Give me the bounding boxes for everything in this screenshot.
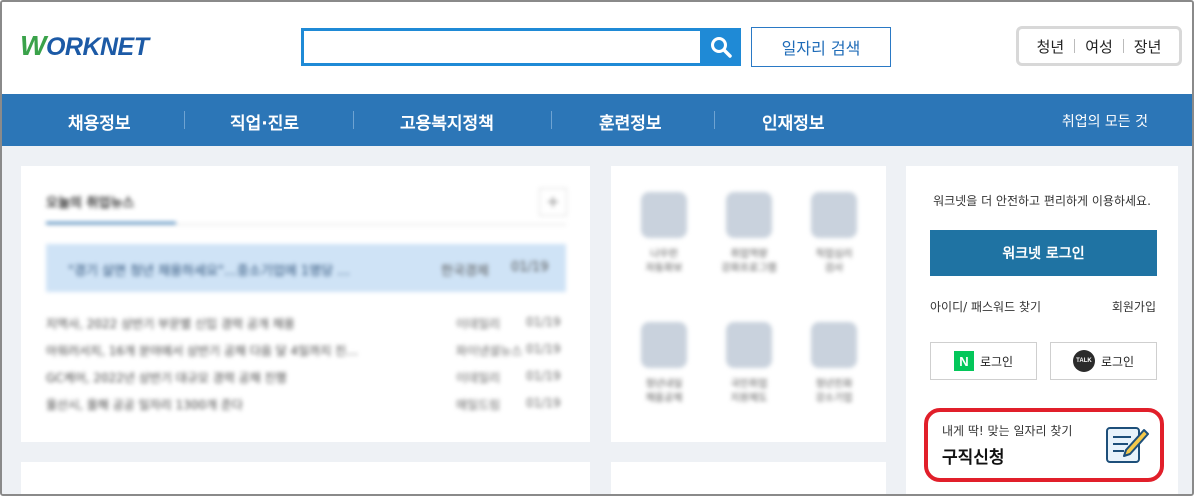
- service-label: 직업심리 검사: [815, 249, 853, 274]
- heart-hand-icon: [811, 192, 857, 238]
- service-item[interactable]: 나우런 자동화보: [629, 176, 699, 286]
- news-source: 매일드림: [456, 398, 501, 412]
- nav-item-career[interactable]: 직업·진로: [230, 109, 299, 134]
- news-source: 한국경제: [441, 264, 489, 279]
- divider: [46, 224, 566, 225]
- nav-all-about-jobs[interactable]: 취업의 모든 것: [1062, 111, 1148, 131]
- service-item[interactable]: 청년친화 강소기업: [799, 306, 869, 416]
- job-search-button[interactable]: 일자리 검색: [751, 27, 891, 67]
- form-pencil-icon: [1106, 427, 1149, 463]
- audience-senior[interactable]: 장년: [1124, 36, 1172, 57]
- nav-divider: [184, 111, 185, 129]
- list-item[interactable]: GC케어, 2022년 상반기 대규모 경력 공채 진행 이데일리 01/19: [46, 366, 566, 388]
- find-id-password-link[interactable]: 아이디/ 패스워드 찾기: [930, 298, 1041, 315]
- worknet-login-button[interactable]: 워크넷 로그인: [930, 230, 1157, 276]
- news-source: 파이낸셜뉴스: [456, 344, 523, 358]
- nav-divider: [353, 111, 354, 129]
- news-title: 울산시, 올해 공공 일자리 1300개 준다: [46, 398, 243, 412]
- news-title: 아워러서치, 16개 분야에서 상반기 공채 다음 달 4일까지 진…: [46, 344, 359, 358]
- service-item[interactable]: 청년내일 채움공제: [629, 306, 699, 416]
- service-label: 나우런 자동화보: [645, 249, 683, 274]
- building-icon: [811, 322, 857, 368]
- service-label: 국민취업 지원제도: [730, 379, 768, 404]
- apply-title: 구직신청: [942, 448, 1005, 468]
- list-item[interactable]: 아워러서치, 16개 분야에서 상반기 공채 다음 달 4일까지 진… 파이낸셜…: [46, 339, 566, 361]
- audience-selector: 청년 여성 장년: [1016, 26, 1182, 66]
- news-date: 01/19: [526, 369, 561, 383]
- audience-women[interactable]: 여성: [1075, 36, 1123, 57]
- secondary-panel: [611, 462, 886, 494]
- list-item[interactable]: 울산시, 올해 공공 일자리 1300개 준다 매일드림 01/19: [46, 393, 566, 415]
- search-icon: [711, 37, 732, 58]
- thumbs-up-icon: [726, 322, 772, 368]
- kakao-talk-icon: TALK: [1072, 350, 1095, 372]
- apply-subtitle: 내게 딱! 맞는 일자리 찾기: [942, 424, 1073, 438]
- news-date: 01/19: [526, 315, 561, 329]
- audience-youth[interactable]: 청년: [1027, 36, 1075, 57]
- naver-icon: N: [953, 351, 974, 371]
- list-item[interactable]: 지역사, 2022 상반기 부문별 신입 경력 공개 채용 이데일리 01/19: [46, 312, 566, 334]
- news-panel: 오늘의 취업뉴스 + "경기 살면 청년 채용하세요"…중소기업에 1명당 … …: [21, 166, 590, 442]
- service-label: 청년내일 채움공제: [645, 379, 683, 404]
- news-date: 01/19: [526, 342, 561, 356]
- nav-item-talent[interactable]: 인재정보: [762, 109, 825, 134]
- nav-divider: [714, 111, 715, 129]
- main-content: 오늘의 취업뉴스 + "경기 살면 청년 채용하세요"…중소기업에 1명당 … …: [2, 146, 1192, 494]
- nav-divider: [551, 111, 552, 129]
- news-title: 지역사, 2022 상반기 부문별 신입 경력 공개 채용: [46, 317, 295, 331]
- news-source: 이데일리: [456, 371, 501, 385]
- more-news-button[interactable]: +: [539, 188, 567, 216]
- naver-login-button[interactable]: N 로그인: [930, 342, 1037, 380]
- hand-coin-icon: [726, 192, 772, 238]
- search-button[interactable]: [701, 28, 741, 66]
- gear-doc-icon: [641, 192, 687, 238]
- logo-w: W: [20, 30, 46, 61]
- kakao-login-label: 로그인: [1100, 354, 1135, 369]
- news-title: "경기 살면 청년 채용하세요"…중소기업에 1명당 …: [68, 264, 351, 279]
- logo-text: WORKNET: [20, 30, 149, 62]
- service-item[interactable]: 국민취업 지원제도: [714, 306, 784, 416]
- login-panel: 워크넷을 더 안전하고 편리하게 이용하세요. 워크넷 로그인 아이디/ 패스워…: [906, 166, 1178, 494]
- nav-item-welfare-policy[interactable]: 고용복지정책: [400, 109, 494, 134]
- logo-rest: ORKNET: [45, 33, 149, 61]
- site-header: WORKNET 일자리 검색 청년 여성 장년: [2, 2, 1192, 94]
- news-title: GC케어, 2022년 상반기 대규모 경력 공채 진행: [46, 371, 287, 385]
- nav-item-training[interactable]: 훈련정보: [599, 109, 662, 134]
- kakao-login-button[interactable]: TALK 로그인: [1050, 342, 1157, 380]
- tab-today-news[interactable]: 오늘의 취업뉴스: [46, 192, 134, 211]
- browser-frame: WORKNET 일자리 검색 청년 여성 장년 채용정보 직업·진로 고용복지정…: [0, 0, 1194, 496]
- piggy-bank-icon: [641, 322, 687, 368]
- search-input[interactable]: [301, 28, 703, 66]
- service-item[interactable]: 직업심리 검사: [799, 176, 869, 286]
- service-label: 청년친화 강소기업: [815, 379, 853, 404]
- login-message: 워크넷을 더 안전하고 편리하게 이용하세요.: [933, 194, 1151, 208]
- nav-item-jobs[interactable]: 채용정보: [68, 109, 131, 134]
- main-nav: 채용정보 직업·진로 고용복지정책 훈련정보 인재정보 취업의 모든 것: [2, 94, 1192, 146]
- service-item[interactable]: 취업역량 강화프로그램: [714, 176, 784, 286]
- worknet-logo[interactable]: WORKNET: [20, 24, 149, 68]
- signup-link[interactable]: 회원가입: [1112, 298, 1156, 315]
- naver-login-label: 로그인: [979, 354, 1014, 369]
- service-label: 취업역량 강화프로그램: [721, 249, 777, 274]
- news-source: 이데일리: [456, 317, 501, 331]
- secondary-panel: [21, 462, 590, 494]
- services-panel: 나우런 자동화보 취업역량 강화프로그램 직업심리 검사 청년내일 채움공제 국…: [611, 166, 886, 442]
- news-date: 01/19: [526, 396, 561, 410]
- news-headline[interactable]: "경기 살면 청년 채용하세요"…중소기업에 1명당 … 한국경제 01/19: [46, 244, 566, 292]
- job-application-card[interactable]: 내게 딱! 맞는 일자리 찾기 구직신청: [924, 408, 1164, 482]
- news-date: 01/19: [511, 260, 549, 275]
